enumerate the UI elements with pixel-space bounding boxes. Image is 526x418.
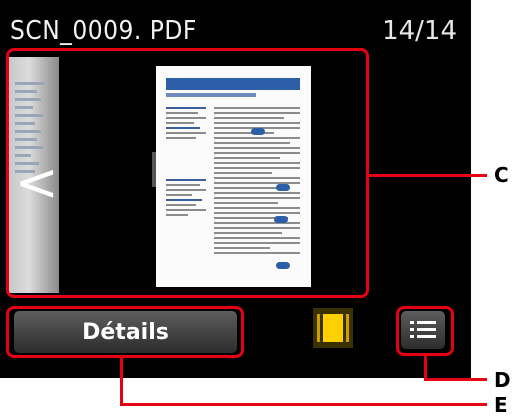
callout-e-line-h [120, 403, 487, 406]
callout-d-frame [396, 306, 454, 356]
callout-d-label: D [494, 368, 511, 392]
callout-c-line [369, 174, 487, 177]
page-counter: 14/14 [382, 16, 457, 46]
callout-e-frame [6, 306, 244, 358]
callout-e-label: E [494, 393, 508, 417]
callout-c-frame [6, 48, 369, 298]
callout-c-label: C [494, 163, 509, 187]
file-name-title: SCN_0009. PDF [10, 16, 197, 46]
callout-e-line-v [120, 358, 123, 406]
single-page-layout-icon[interactable] [313, 308, 353, 348]
callout-d-line-v [424, 356, 427, 380]
callout-d-line-h [424, 378, 487, 381]
